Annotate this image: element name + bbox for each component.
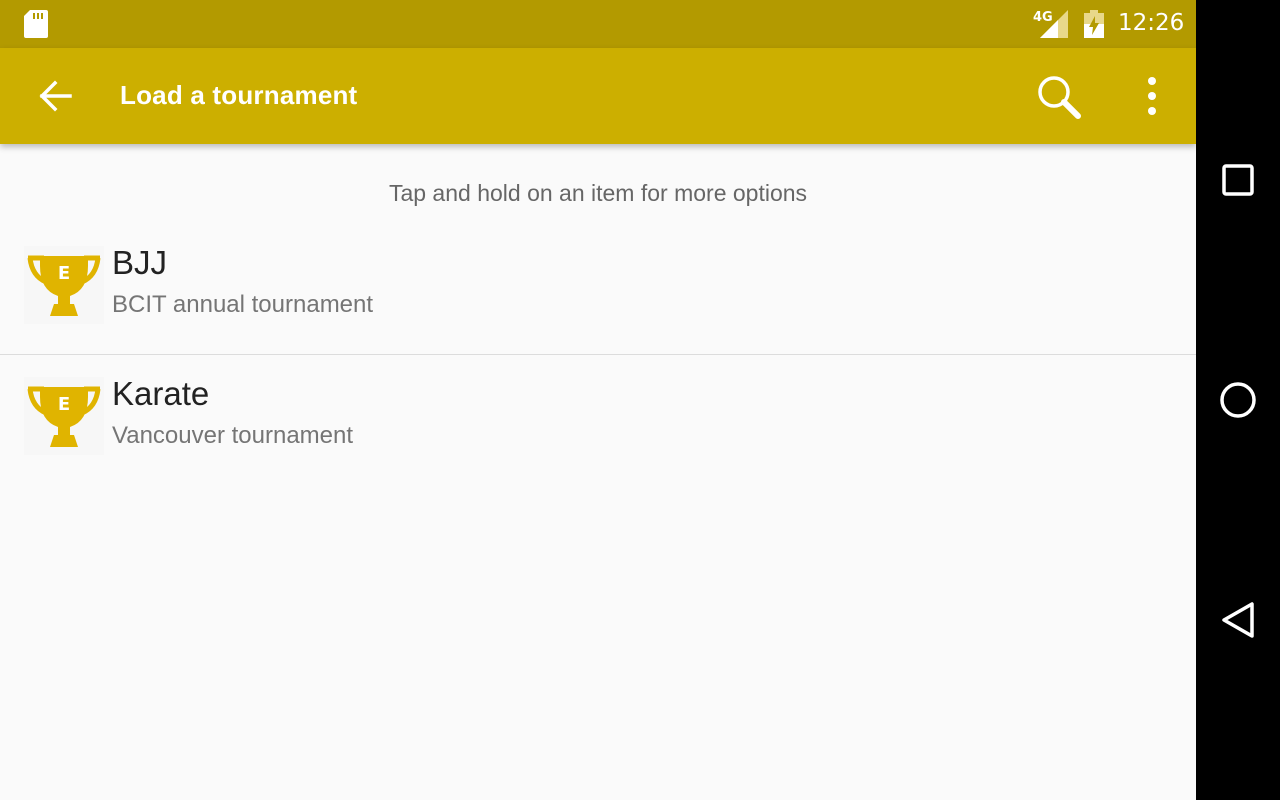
overflow-menu-icon [1148,77,1156,115]
tournament-name: BJJ [112,244,168,281]
tournament-description: BCIT annual tournament [112,291,374,318]
page-title: Load a tournament [120,80,358,110]
tournament-name: Karate [112,375,210,412]
list-item[interactable]: E Karate Vancouver tournament [0,355,1196,485]
trophy-icon: E [24,377,104,455]
trophy-icon: E [24,246,104,324]
search-icon [1038,76,1081,119]
status-bar: 4G 12:26 [0,0,1196,48]
clock: 12:26 [1118,10,1185,36]
back-button[interactable] [28,72,84,120]
signal-icon [1040,10,1068,38]
sd-card-icon [24,10,48,38]
app-bar: Load a tournament [0,48,1196,144]
list-item[interactable]: E BJJ BCIT annual tournament [0,224,1196,355]
home-icon [1220,382,1256,418]
tournament-list: Tap and hold on an item for more options… [0,144,1196,800]
back-icon [1222,602,1254,638]
overflow-menu-button[interactable] [1130,68,1174,124]
recents-icon [1222,164,1254,196]
svg-text:E: E [58,394,70,415]
recents-button[interactable] [1208,150,1268,210]
home-button[interactable] [1208,370,1268,430]
hint-text: Tap and hold on an item for more options [388,180,808,206]
battery-icon [1084,10,1104,38]
search-button[interactable] [1030,68,1090,124]
back-arrow-icon [39,80,72,112]
tournament-description: Vancouver tournament [112,422,354,449]
system-back-button[interactable] [1208,590,1268,650]
navigation-bar [1196,0,1280,800]
svg-text:E: E [58,263,70,284]
